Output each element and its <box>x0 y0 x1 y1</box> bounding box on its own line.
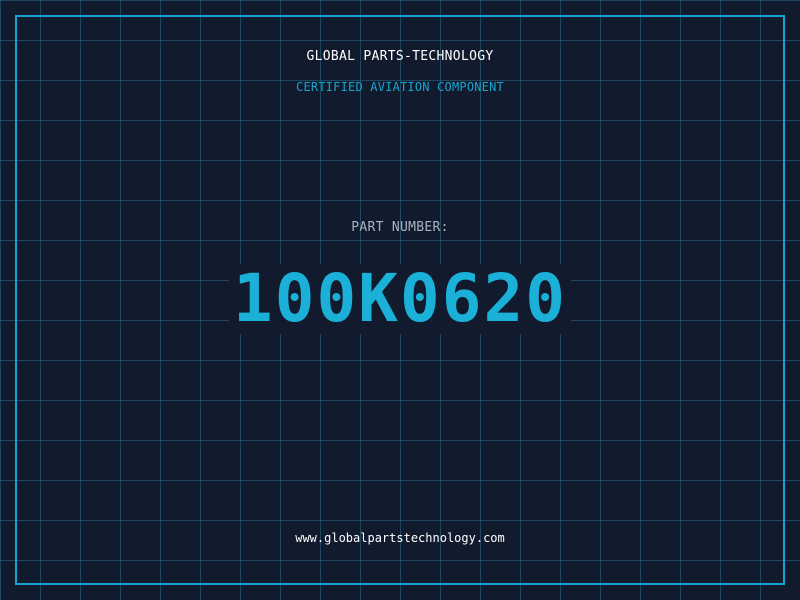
part-number-container: 100K0620 <box>0 264 800 336</box>
part-number-value: 100K0620 <box>229 264 571 334</box>
certification-subtitle: CERTIFIED AVIATION COMPONENT <box>296 80 504 94</box>
part-number-label: PART NUMBER: <box>351 220 449 235</box>
website-url: www.globalpartstechnology.com <box>295 531 505 545</box>
company-name: GLOBAL PARTS-TECHNOLOGY <box>306 49 494 64</box>
